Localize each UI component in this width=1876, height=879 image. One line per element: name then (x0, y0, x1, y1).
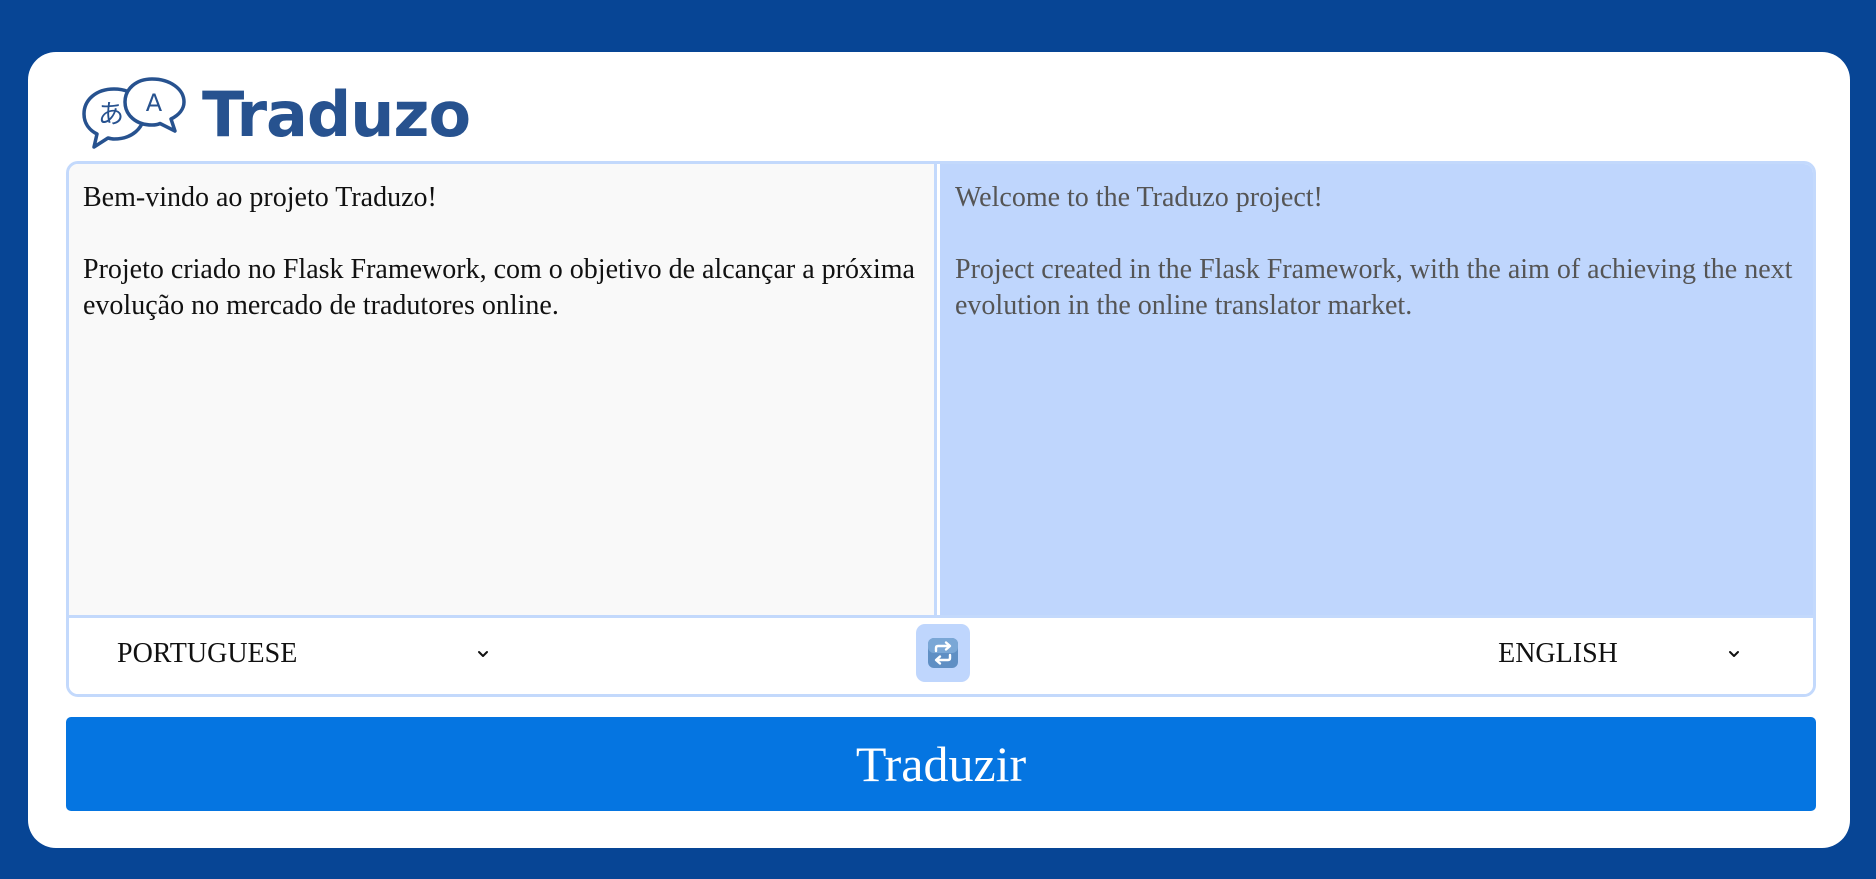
translated-text-output: Welcome to the Traduzo project! Project … (940, 164, 1813, 615)
chevron-down-icon (478, 651, 488, 657)
source-text-input[interactable]: Bem-vindo ao projeto Traduzo! Projeto cr… (69, 164, 937, 615)
target-language-select[interactable]: ENGLISH (1390, 632, 1742, 676)
source-language-select[interactable]: PORTUGUESE (117, 632, 491, 676)
translator-card: あ A Traduzo Bem-vindo ao projeto Traduzo… (28, 52, 1850, 848)
svg-text:A: A (146, 89, 163, 117)
translate-bubbles-icon: あ A (82, 77, 186, 149)
chevron-down-icon (1729, 651, 1739, 657)
swap-arrows-icon (928, 638, 958, 668)
svg-text:あ: あ (98, 100, 124, 130)
language-controls: PORTUGUESE ENGLISH (69, 615, 1813, 694)
swap-languages-button[interactable] (916, 624, 970, 682)
app-title: Traduzo (202, 78, 471, 151)
logo: あ A Traduzo (80, 70, 471, 160)
target-language-value: ENGLISH (1498, 638, 1618, 669)
translate-button[interactable]: Traduzir (66, 717, 1816, 811)
translation-panel: Bem-vindo ao projeto Traduzo! Projeto cr… (66, 161, 1816, 697)
source-language-value: PORTUGUESE (117, 638, 298, 669)
